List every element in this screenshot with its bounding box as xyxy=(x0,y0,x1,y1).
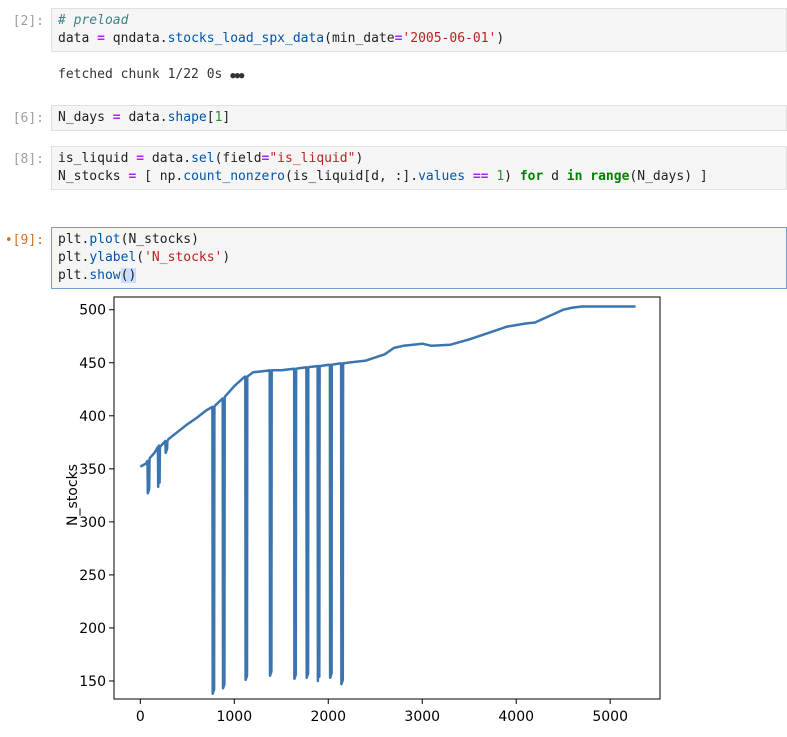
y-axis-label: N_stocks xyxy=(65,464,81,526)
plot-area-frame xyxy=(113,296,661,700)
code-token: 1 xyxy=(496,169,505,184)
code-token: in xyxy=(566,169,583,184)
code-token: ) xyxy=(496,31,505,46)
y-tick-label: 150 xyxy=(79,674,106,690)
code-token: ] xyxy=(222,110,231,125)
code-token: (N_stocks) xyxy=(120,232,199,247)
code-token: for xyxy=(519,169,544,184)
progress-dots-icon: ●●● xyxy=(230,71,244,81)
y-tick-label: 200 xyxy=(79,621,106,637)
y-tick-label: 250 xyxy=(79,568,106,584)
code-token: plt. xyxy=(58,268,90,283)
code-token: stocks_load_spx_data xyxy=(167,31,325,46)
code-token: == xyxy=(472,169,489,184)
code-input[interactable]: is_liquid = data.sel(field="is_liquid") N… xyxy=(51,146,787,190)
x-axis-ticks: 0 1000 2000 3000 4000 5000 xyxy=(136,699,628,725)
code-input[interactable]: N_days = data.shape[1] xyxy=(51,105,787,131)
code-token: plt. xyxy=(58,232,90,247)
code-token: ) xyxy=(504,169,520,184)
y-tick-label: 500 xyxy=(79,303,106,319)
code-token: ) xyxy=(222,250,231,265)
ylabel-line-chart: 150 200 250 300 350 400 450 500 0 1000 2000 3000 40… xyxy=(65,296,661,725)
code-line: plt.ylabel('N_stocks') xyxy=(58,249,780,267)
y-tick-label: 350 xyxy=(79,462,106,478)
x-tick-label: 3000 xyxy=(404,709,440,725)
code-token: ) xyxy=(355,151,364,166)
cell-prompt: •[9]: xyxy=(4,233,44,248)
cell-prompt: [8]: xyxy=(12,152,44,167)
code-token: data. xyxy=(120,110,168,125)
code-line: # preload xyxy=(58,12,780,30)
code-token: N_stocks xyxy=(58,169,129,184)
code-token: shape xyxy=(167,110,207,125)
code-token: (N_days) ] xyxy=(629,169,708,184)
code-token: show xyxy=(89,268,121,283)
code-token: sel xyxy=(191,151,215,166)
code-input[interactable]: plt.plot(N_stocks) plt.ylabel('N_stocks')… xyxy=(51,227,787,289)
code-token: data xyxy=(58,31,98,46)
code-token: values xyxy=(418,169,466,184)
code-line: N_stocks = [ np.count_nonzero(is_liquid[… xyxy=(58,168,780,186)
code-token: (min_date xyxy=(324,31,395,46)
code-token: plt. xyxy=(58,250,90,265)
code-token: = xyxy=(112,110,121,125)
code-token: = xyxy=(136,151,145,166)
code-token: ( xyxy=(136,250,145,265)
code-line: is_liquid = data.sel(field="is_liquid") xyxy=(58,150,780,168)
code-line: plt.plot(N_stocks) xyxy=(58,231,780,249)
cell-prompt: [6]: xyxy=(12,111,44,126)
x-tick-label: 2000 xyxy=(310,709,346,725)
code-token: [ xyxy=(206,110,215,125)
code-token: is_liquid xyxy=(58,151,137,166)
y-tick-label: 300 xyxy=(79,515,106,531)
code-line: N_days = data.shape[1] xyxy=(58,109,780,127)
code-line: data = qndata.stocks_load_spx_data(min_d… xyxy=(58,30,780,48)
x-tick-label: 4000 xyxy=(498,709,534,725)
code-token: (is_liquid[d, :]. xyxy=(285,169,419,184)
y-tick-label: 450 xyxy=(79,356,106,372)
code-token: (field xyxy=(214,151,262,166)
code-token: "is_liquid" xyxy=(269,151,356,166)
code-token: d xyxy=(543,169,567,184)
cell-prompt: [2]: xyxy=(12,14,44,29)
code-token: qndata. xyxy=(104,31,168,46)
code-token: [ np. xyxy=(136,169,184,184)
code-token: range xyxy=(590,169,630,184)
y-axis-ticks: 150 200 250 300 350 400 450 500 xyxy=(79,303,114,690)
x-tick-label: 0 xyxy=(136,709,145,725)
code-token: () xyxy=(120,268,137,283)
output-text: fetched chunk 1/22 0s xyxy=(58,67,231,82)
code-token: 'N_stocks' xyxy=(144,250,223,265)
code-token: '2005-06-01' xyxy=(402,31,497,46)
y-tick-label: 400 xyxy=(79,409,106,425)
cell-output: fetched chunk 1/22 0s ●●● xyxy=(58,66,244,85)
code-token: plot xyxy=(89,232,121,247)
code-token: ylabel xyxy=(89,250,137,265)
code-token: N_days xyxy=(58,110,113,125)
code-token: data. xyxy=(144,151,192,166)
code-input[interactable]: # preload data = qndata.stocks_load_spx_d… xyxy=(51,8,787,52)
code-token: count_nonzero xyxy=(183,169,285,184)
x-tick-label: 1000 xyxy=(216,709,252,725)
code-token: = xyxy=(97,31,105,46)
code-token: # preload xyxy=(58,13,129,28)
x-tick-label: 5000 xyxy=(592,709,628,725)
